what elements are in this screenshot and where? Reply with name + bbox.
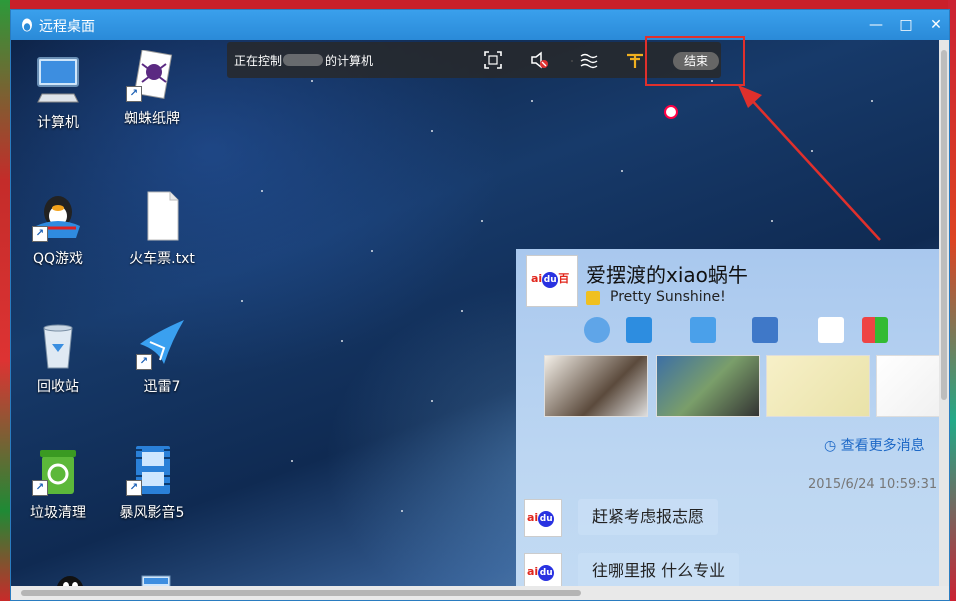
annotation-arrow [0,0,956,601]
